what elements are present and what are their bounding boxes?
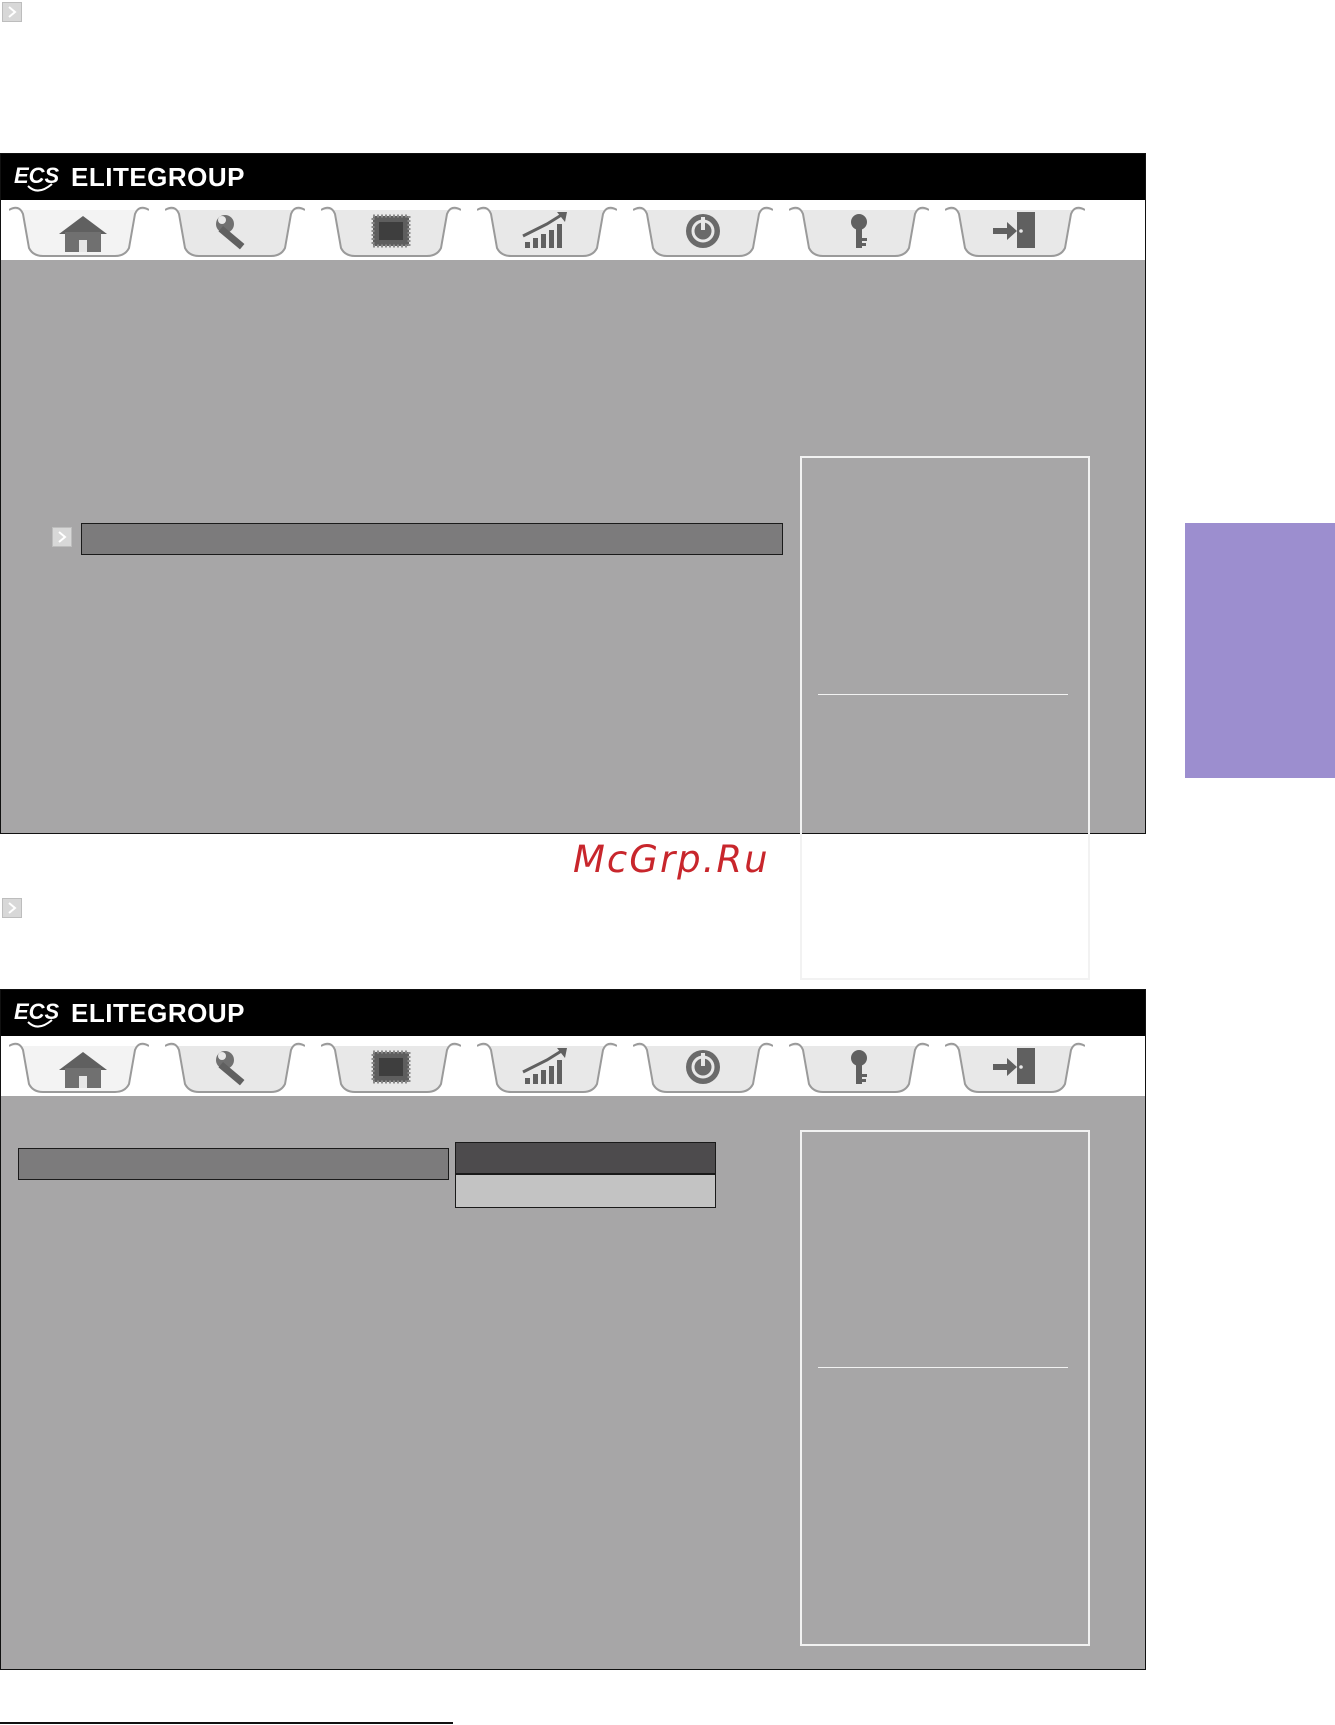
tab-exit[interactable]	[945, 1040, 1085, 1094]
bios-header: ECS ELITEGROUP	[1, 990, 1145, 1036]
chapter-side-tab	[1185, 523, 1335, 778]
brand-name: ELITEGROUP	[71, 998, 246, 1028]
tab-advanced[interactable]	[165, 204, 305, 258]
tab-performance[interactable]	[477, 204, 617, 258]
tab-main[interactable]	[9, 1040, 149, 1094]
tab-security[interactable]	[789, 204, 929, 258]
help-divider	[818, 1367, 1068, 1368]
option-item[interactable]	[456, 1175, 715, 1207]
highlighted-setting-item[interactable]	[18, 1148, 449, 1180]
tab-security[interactable]	[789, 1040, 929, 1094]
power-icon	[686, 1050, 720, 1084]
bios-screen-2: ECS ELITEGROUP	[0, 989, 1146, 1670]
options-popup	[455, 1142, 716, 1208]
watermark-text: McGrp.Ru	[573, 838, 770, 881]
brand-name: ELITEGROUP	[71, 162, 246, 192]
bios-header: ECS ELITEGROUP	[1, 154, 1145, 200]
ecs-logo-icon: ECS	[14, 163, 60, 192]
help-panel	[800, 456, 1090, 980]
svg-text:ECS: ECS	[14, 999, 60, 1024]
power-icon	[686, 214, 720, 248]
tab-power[interactable]	[633, 1040, 773, 1094]
tab-bar	[1, 1036, 1145, 1096]
option-label	[456, 1180, 464, 1200]
chip-icon	[371, 1050, 411, 1084]
tab-main[interactable]	[9, 204, 149, 258]
bios-content	[1, 260, 1145, 980]
ecs-logo-icon: ECS	[14, 999, 60, 1028]
chip-icon	[371, 214, 411, 248]
option-label	[456, 1148, 464, 1168]
section-marker-icon	[2, 2, 22, 22]
help-panel	[800, 1130, 1090, 1646]
tab-exit[interactable]	[945, 204, 1085, 258]
tab-power[interactable]	[633, 204, 773, 258]
tab-bar	[1, 200, 1145, 260]
footer-rule	[0, 1722, 453, 1724]
submenu-arrow-icon	[52, 527, 72, 547]
svg-text:ECS: ECS	[14, 163, 60, 188]
help-divider	[818, 694, 1068, 695]
section-marker-icon	[2, 898, 22, 918]
menu-item-label	[82, 529, 90, 549]
highlighted-menu-item[interactable]	[81, 523, 783, 555]
tab-advanced[interactable]	[165, 1040, 305, 1094]
bios-content	[1, 1096, 1145, 1669]
tab-performance[interactable]	[477, 1040, 617, 1094]
bios-screen-1: ECS ELITEGROUP	[0, 153, 1146, 980]
option-selected[interactable]	[456, 1143, 715, 1175]
tab-chipset[interactable]	[321, 204, 461, 258]
tab-chipset[interactable]	[321, 1040, 461, 1094]
setting-label	[19, 1154, 27, 1174]
